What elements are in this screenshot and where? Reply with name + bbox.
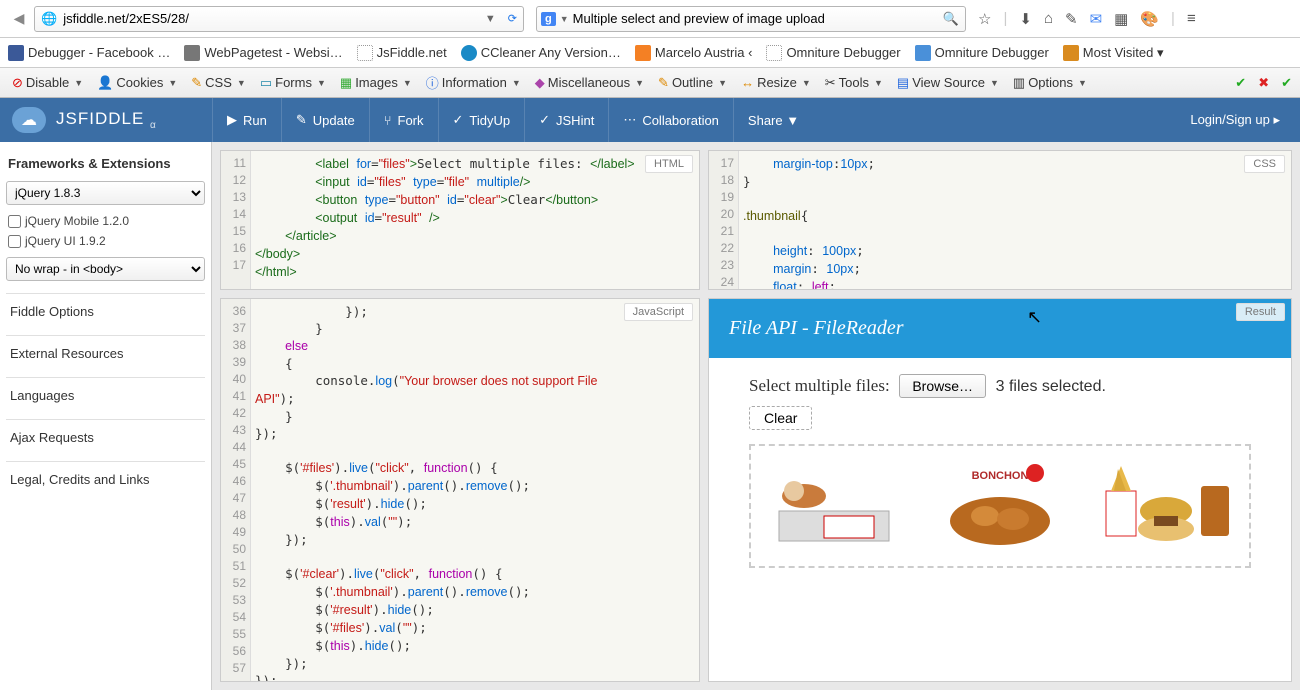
sidebar-item[interactable]: Fiddle Options [6, 293, 205, 329]
browse-button[interactable]: Browse… [899, 374, 986, 398]
devtool-misc[interactable]: ◆Miscellaneous▼ [531, 73, 648, 93]
wrap-select[interactable]: No wrap - in <body> [6, 257, 205, 281]
home-icon[interactable]: ⌂ [1044, 10, 1053, 28]
fork-button[interactable]: ⑂Fork [369, 98, 438, 142]
sidebar-item[interactable]: Legal, Credits and Links [6, 461, 205, 497]
play-icon: ▶ [227, 112, 237, 128]
browser-toolbar: ◀ 🌐 ▼ ⟳ g ▼ 🔍 ☆ | ⬇ ⌂ ✎ ✉ ▦ 🎨 | ≡ [0, 0, 1300, 38]
url-dropdown-icon[interactable]: ▼ [479, 13, 502, 25]
bookmark-item[interactable]: Most Visited ▾ [1063, 45, 1164, 61]
jsfiddle-logo-icon[interactable]: ☁ [12, 107, 46, 133]
check2-icon: ✓ [539, 112, 550, 128]
check-green-icon[interactable]: ✔ [1235, 75, 1246, 91]
js-code[interactable]: }); } else { console.log("Your browser d… [255, 303, 695, 682]
google-icon: g [541, 12, 556, 26]
palette-icon[interactable]: 🎨 [1140, 10, 1159, 28]
collaboration-button[interactable]: ⋯Collaboration [608, 98, 733, 142]
result-title: File API - FileReader [709, 299, 1291, 358]
devtool-resize[interactable]: ↔Resize▼ [737, 73, 815, 92]
search-bar[interactable]: g ▼ 🔍 [536, 6, 966, 32]
pipe2-icon: | [1171, 10, 1175, 28]
html-code[interactable]: <label for="files">Select multiple files… [255, 155, 695, 281]
jshint-button[interactable]: ✓JSHint [524, 98, 608, 142]
tidyup-button[interactable]: ✓TidyUp [438, 98, 525, 142]
devtool-forms[interactable]: ▭Forms▼ [256, 73, 330, 93]
toolbar-icons: ☆ | ⬇ ⌂ ✎ ✉ ▦ 🎨 | ≡ [978, 10, 1196, 28]
sidebar-item[interactable]: External Resources [6, 335, 205, 371]
devtool-outline[interactable]: ✎Outline▼ [654, 73, 731, 93]
jsfiddle-logo-text: JSFIDDLE α [56, 109, 157, 131]
reload-icon[interactable]: ⟳ [502, 12, 523, 25]
url-input[interactable] [63, 11, 479, 26]
files-selected-text: 3 files selected. [996, 378, 1106, 395]
clear-button[interactable]: Clear [749, 406, 812, 430]
devtool-disable[interactable]: ⊘Disable▼ [8, 73, 87, 93]
developer-toolbar: ⊘Disable▼ 👤Cookies▼ ✎CSS▼ ▭Forms▼ ▦Image… [0, 68, 1300, 98]
result-pane: Result File API - FileReader ↖ Select mu… [708, 298, 1292, 682]
css-code[interactable]: margin-top:10px; } .thumbnail{ height: 1… [743, 155, 1287, 290]
pipe-icon: | [1003, 10, 1007, 28]
sidebar-item[interactable]: Languages [6, 377, 205, 413]
main-area: Frameworks & Extensions jQuery 1.8.3 jQu… [0, 142, 1300, 690]
html-pane[interactable]: HTML 11121314151617 <label for="files">S… [220, 150, 700, 290]
close-red-icon[interactable]: ✖ [1258, 75, 1269, 91]
devtool-viewsource[interactable]: ▤View Source▼ [893, 73, 1003, 93]
bookmark-item[interactable]: WebPagetest - Websi… [184, 45, 342, 61]
thumbnail [1096, 456, 1236, 556]
share-button[interactable]: Share ▼ [733, 98, 813, 142]
pane-label-html: HTML [645, 155, 693, 173]
thumbnail: BONCHON [930, 456, 1070, 556]
jsfiddle-header: ☁ JSFIDDLE α ▶Run ✎Update ⑂Fork ✓TidyUp … [0, 98, 1300, 142]
download-icon[interactable]: ⬇ [1019, 10, 1032, 28]
bookmark-item[interactable]: Omniture Debugger [766, 45, 900, 61]
bookmark-item[interactable]: JsFiddle.net [357, 45, 447, 61]
check-icon: ✓ [453, 112, 464, 128]
bookmark-item[interactable]: CCleaner Any Version… [461, 45, 621, 61]
back-icon[interactable]: ◀ [8, 8, 30, 30]
library-select[interactable]: jQuery 1.8.3 [6, 181, 205, 205]
devtool-images[interactable]: ▦Images▼ [336, 73, 416, 93]
sidebar-item[interactable]: Ajax Requests [6, 419, 205, 455]
grid-icon[interactable]: ▦ [1114, 10, 1128, 28]
pane-label-js: JavaScript [624, 303, 693, 321]
sidebar: Frameworks & Extensions jQuery 1.8.3 jQu… [0, 142, 212, 690]
devtool-cookies[interactable]: 👤Cookies▼ [93, 73, 181, 93]
devtool-tools[interactable]: ✂Tools▼ [821, 73, 887, 93]
pane-label-css: CSS [1244, 155, 1285, 173]
login-link[interactable]: Login/Sign up ▸ [1190, 112, 1288, 128]
editor-grid: HTML 11121314151617 <label for="files">S… [212, 142, 1300, 690]
update-button[interactable]: ✎Update [281, 98, 369, 142]
devtool-css[interactable]: ✎CSS▼ [187, 73, 250, 93]
pencil-icon: ✎ [296, 112, 307, 128]
sidebar-heading: Frameworks & Extensions [6, 152, 205, 181]
globe-icon: 🌐 [35, 11, 63, 27]
devtool-options[interactable]: ▥Options▼ [1009, 73, 1091, 93]
fork-icon: ⑂ [384, 113, 392, 128]
select-files-label: Select multiple files: [749, 376, 890, 395]
star-icon[interactable]: ☆ [978, 10, 991, 28]
svg-text:BONCHON: BONCHON [972, 470, 1029, 482]
search-input[interactable] [569, 11, 937, 26]
css-pane[interactable]: CSS 171819202122232425 margin-top:10px; … [708, 150, 1292, 290]
ext-jqueryui[interactable]: jQuery UI 1.9.2 [6, 231, 205, 251]
ext-jqmobile[interactable]: jQuery Mobile 1.2.0 [6, 211, 205, 231]
devtool-information[interactable]: ⓘInformation▼ [422, 71, 525, 94]
edit-icon[interactable]: ✎ [1065, 10, 1078, 28]
run-button[interactable]: ▶Run [212, 98, 281, 142]
bookmark-item[interactable]: Marcelo Austria ‹ [635, 45, 753, 61]
js-pane[interactable]: JavaScript 36373839404142434445464748495… [220, 298, 700, 682]
mail-icon[interactable]: ✉ [1090, 10, 1103, 28]
bookmark-item[interactable]: Debugger - Facebook … [8, 45, 170, 61]
search-icon[interactable]: 🔍 [937, 11, 965, 27]
menu-icon[interactable]: ≡ [1187, 10, 1196, 28]
thumbnail [764, 456, 904, 556]
bookmarks-bar: Debugger - Facebook … WebPagetest - Webs… [0, 38, 1300, 68]
collab-icon: ⋯ [623, 112, 636, 128]
pane-label-result: Result [1236, 303, 1285, 321]
url-bar[interactable]: 🌐 ▼ ⟳ [34, 6, 524, 32]
check-green2-icon[interactable]: ✔ [1281, 75, 1292, 91]
thumbnail-output: BONCHON [749, 444, 1251, 568]
bookmark-item[interactable]: Omniture Debugger [915, 45, 1049, 61]
